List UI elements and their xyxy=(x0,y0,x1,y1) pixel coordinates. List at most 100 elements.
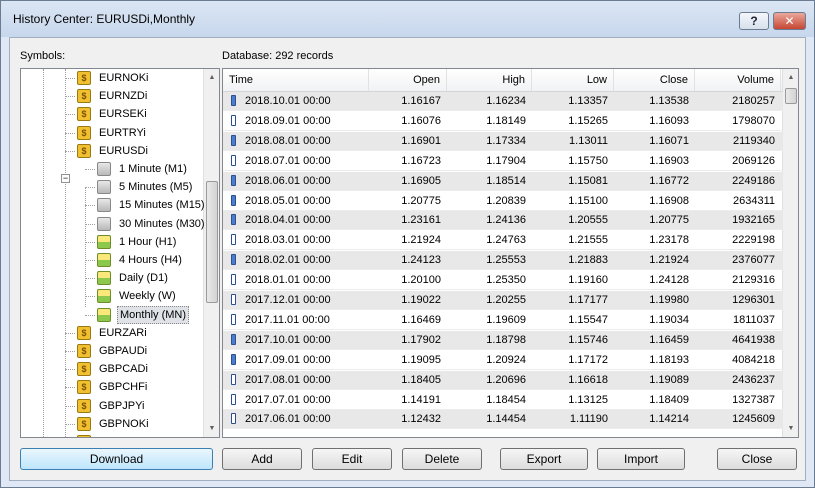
table-row[interactable]: 2018.05.01 00:00 1.20775 1.20839 1.15100 1.1… xyxy=(223,192,783,211)
column-header-open[interactable]: Open xyxy=(369,69,447,91)
scroll-down-arrow-icon[interactable]: ▼ xyxy=(783,420,798,437)
close-window-button[interactable]: ✕ xyxy=(773,12,806,30)
symbols-tree[interactable]: − ▲ ▼ $ EURNOKi $ EURNZDi $ EURSEKi $ EURTRYi $ E… xyxy=(20,68,220,438)
bar-empty-icon xyxy=(231,114,236,126)
cell-time: 2017.10.01 00:00 xyxy=(245,333,331,346)
history-records-table[interactable]: Time Open High Low Close Volume ▲ ▼ 2018.10.0… xyxy=(222,68,799,438)
cell-low: 1.20555 xyxy=(568,214,608,227)
collapse-eurusdi-toggle[interactable]: − xyxy=(61,174,70,183)
database-green-icon xyxy=(97,289,111,304)
tree-guide-line xyxy=(65,69,66,437)
cell-time: 2018.06.01 00:00 xyxy=(245,174,331,187)
cell-volume: 4084218 xyxy=(732,353,775,366)
cell-time: 2018.03.01 00:00 xyxy=(245,234,331,247)
table-row[interactable]: 2017.07.01 00:00 1.14191 1.18454 1.13125 1.1… xyxy=(223,391,783,410)
cell-low: 1.15265 xyxy=(568,114,608,127)
column-header-low[interactable]: Low xyxy=(532,69,614,91)
database-gray-icon xyxy=(97,162,111,176)
dollar-coin-icon: $ xyxy=(77,362,91,377)
cell-volume: 2129316 xyxy=(732,274,775,287)
table-row[interactable]: 2017.08.01 00:00 1.18405 1.20696 1.16618 1.1… xyxy=(223,370,783,390)
dollar-coin-icon: $ xyxy=(77,416,91,431)
tree-branch-line xyxy=(85,296,95,298)
table-scroll-thumb[interactable] xyxy=(785,88,797,104)
scroll-down-arrow-icon[interactable]: ▼ xyxy=(204,420,219,437)
table-row[interactable]: 2018.09.01 00:00 1.16076 1.18149 1.15265 1.1… xyxy=(223,112,783,131)
table-row[interactable]: 2018.08.01 00:00 1.16901 1.17334 1.13011 1.1… xyxy=(223,131,783,151)
dollar-coin-icon: $ xyxy=(77,107,91,122)
help-button[interactable]: ? xyxy=(739,12,769,30)
table-row[interactable]: 2018.02.01 00:00 1.24123 1.25553 1.21883 1.2… xyxy=(223,251,783,271)
dollar-coin-icon: $ xyxy=(77,380,91,395)
table-row[interactable]: 2017.10.01 00:00 1.17902 1.18798 1.15746 1.1… xyxy=(223,330,783,350)
table-row[interactable]: 2018.07.01 00:00 1.16723 1.17904 1.15750 1.1… xyxy=(223,152,783,171)
table-row[interactable]: 2017.06.01 00:00 1.12432 1.14454 1.11190 1.1… xyxy=(223,410,783,430)
table-row[interactable]: 2017.11.01 00:00 1.16469 1.19609 1.15547 1.1… xyxy=(223,311,783,330)
column-header-time[interactable]: Time xyxy=(223,69,369,91)
cell-close: 1.14214 xyxy=(649,413,689,426)
cell-open: 1.20100 xyxy=(401,274,441,287)
bar-empty-icon xyxy=(231,234,236,246)
tree-item-label: Weekly (W) xyxy=(119,290,176,303)
tree-branch-line xyxy=(85,205,95,207)
cell-close: 1.16093 xyxy=(649,114,689,127)
table-row[interactable]: 2018.04.01 00:00 1.23161 1.24136 1.20555 1.2… xyxy=(223,211,783,231)
export-button[interactable]: Export xyxy=(500,448,588,470)
table-row[interactable]: 2017.09.01 00:00 1.19095 1.20924 1.17172 1.1… xyxy=(223,351,783,370)
table-row[interactable]: 2018.06.01 00:00 1.16905 1.18514 1.15081 1.1… xyxy=(223,171,783,191)
cell-close: 1.16772 xyxy=(649,174,689,187)
cell-volume: 1296301 xyxy=(732,294,775,306)
bar-empty-icon xyxy=(231,313,236,325)
cell-volume: 2249186 xyxy=(732,174,775,187)
cell-close: 1.24128 xyxy=(649,274,689,287)
table-row[interactable]: 2018.01.01 00:00 1.20100 1.25350 1.19160 1.2… xyxy=(223,271,783,291)
close-button[interactable]: Close xyxy=(717,448,797,470)
database-gray-icon xyxy=(97,198,111,213)
cell-low: 1.15746 xyxy=(568,333,608,346)
cell-open: 1.14191 xyxy=(401,393,441,406)
column-header-high[interactable]: High xyxy=(447,69,532,91)
bar-empty-icon xyxy=(231,393,236,405)
database-gray-icon xyxy=(97,180,111,195)
cell-high: 1.25350 xyxy=(486,274,526,287)
cell-close: 1.18193 xyxy=(649,353,689,366)
database-records-label: Database: 292 records xyxy=(222,50,334,62)
tree-scroll-thumb[interactable] xyxy=(206,181,218,303)
cell-volume: 2376077 xyxy=(732,254,775,267)
table-scrollbar[interactable]: ▲ ▼ xyxy=(782,69,798,437)
bar-filled-icon xyxy=(231,95,236,106)
tree-scrollbar[interactable]: ▲ ▼ xyxy=(203,69,219,437)
edit-button[interactable]: Edit xyxy=(312,448,392,470)
table-row[interactable]: 2017.12.01 00:00 1.19022 1.20255 1.17177 1.1… xyxy=(223,291,783,310)
column-header-volume[interactable]: Volume xyxy=(695,69,781,91)
scroll-up-arrow-icon[interactable]: ▲ xyxy=(204,69,219,86)
table-row[interactable]: 2018.10.01 00:00 1.16167 1.16234 1.13357 1.1… xyxy=(223,92,783,111)
title-bar[interactable]: History Center: EURUSDi,Monthly ? ✕ xyxy=(1,1,814,37)
cell-close: 1.18409 xyxy=(649,393,689,406)
cell-close: 1.16459 xyxy=(649,333,689,346)
add-button[interactable]: Add xyxy=(222,448,302,470)
tree-item-label: GBPJPYi xyxy=(99,399,145,412)
database-green-icon xyxy=(97,234,111,249)
tree-item-label: 1 Hour (H1) xyxy=(119,235,177,248)
cell-high: 1.20924 xyxy=(486,353,526,366)
tree-item-label: 30 Minutes (M30) xyxy=(119,217,205,230)
cell-low: 1.21883 xyxy=(568,254,608,267)
cell-volume: 2634311 xyxy=(732,194,775,207)
bar-filled-icon xyxy=(231,353,236,365)
delete-button[interactable]: Delete xyxy=(402,448,482,470)
cell-low: 1.13011 xyxy=(569,134,608,147)
cell-low: 1.15547 xyxy=(568,313,608,326)
cell-volume: 1245609 xyxy=(732,413,775,426)
tree-item-label: 4 Hours (H4) xyxy=(119,254,182,266)
cell-low: 1.15100 xyxy=(568,194,608,207)
tree-item-label: EURUSDi xyxy=(99,144,148,157)
download-button[interactable]: Download xyxy=(20,448,213,470)
scroll-up-arrow-icon[interactable]: ▲ xyxy=(783,69,798,86)
cell-high: 1.16234 xyxy=(486,95,526,107)
cell-low: 1.16618 xyxy=(568,373,608,386)
cell-low: 1.15750 xyxy=(568,154,608,167)
import-button[interactable]: Import xyxy=(597,448,685,470)
column-header-close[interactable]: Close xyxy=(614,69,695,91)
table-row[interactable]: 2018.03.01 00:00 1.21924 1.24763 1.21555 1.2… xyxy=(223,231,783,251)
